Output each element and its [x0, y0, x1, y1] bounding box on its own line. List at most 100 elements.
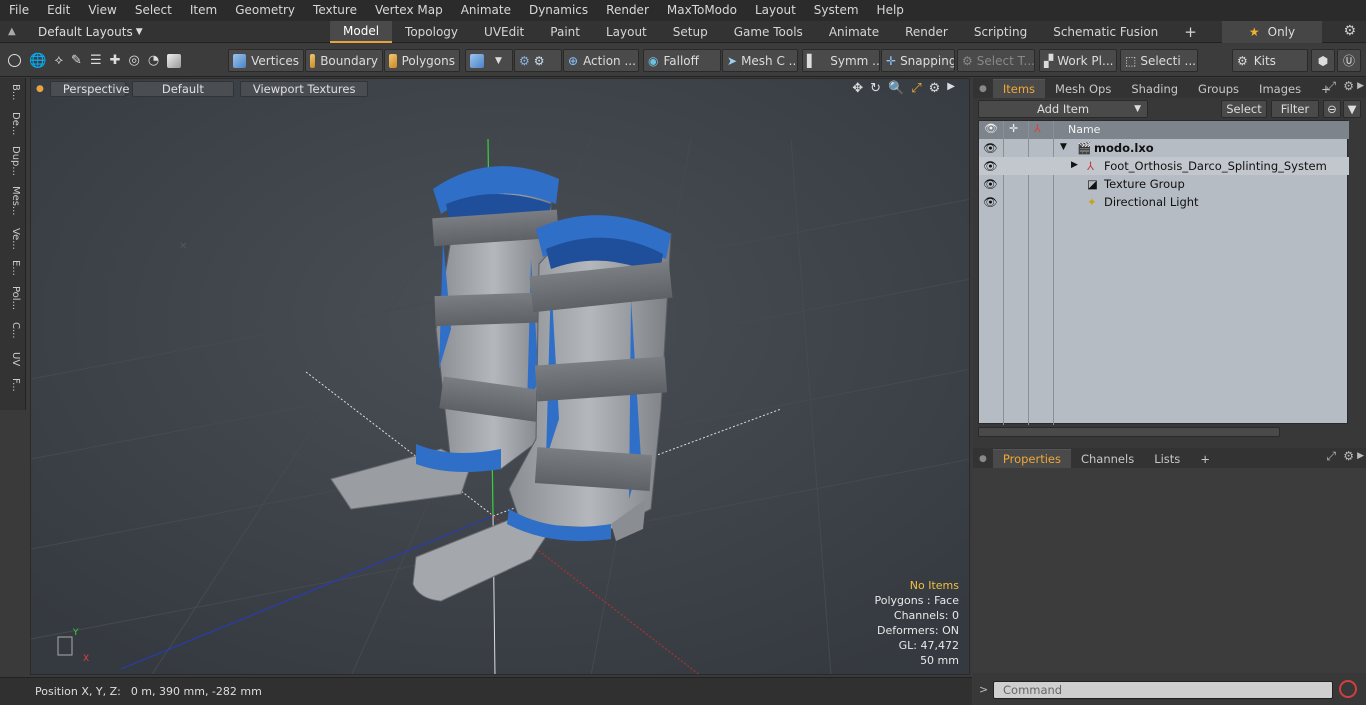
zoom-view-icon[interactable]: 🔍 [888, 81, 904, 96]
menu-item[interactable]: Item [181, 0, 226, 21]
menu-edit[interactable]: Edit [38, 0, 79, 21]
tab-items[interactable]: Items [992, 79, 1046, 98]
polygons-button[interactable]: Polygons [384, 49, 460, 72]
tab-channels[interactable]: Channels [1071, 450, 1144, 468]
tab-paint[interactable]: Paint [537, 22, 593, 42]
collapse-arrow-icon[interactable]: ▲ [8, 26, 22, 37]
tab-images[interactable]: Images [1249, 80, 1311, 98]
viewport-menu-arrow-icon[interactable]: ▶ [947, 81, 955, 96]
menu-layout[interactable]: Layout [746, 0, 805, 21]
command-input[interactable]: Command [993, 681, 1333, 699]
name-column-header[interactable]: Name [1068, 123, 1100, 136]
panel-arrow-icon[interactable]: ▶ [1357, 451, 1364, 461]
eye-icon[interactable]: 👁 [983, 195, 998, 209]
eye-icon[interactable]: 👁 [983, 177, 998, 191]
select-button[interactable]: Select [1221, 100, 1267, 118]
menu-animate[interactable]: Animate [452, 0, 520, 21]
menu-maxtomodo[interactable]: MaxToModo [658, 0, 746, 21]
snapping-button[interactable]: ✛ Snapping [881, 49, 955, 72]
symmetry-button[interactable]: ▌ Symm ... [802, 49, 880, 72]
gear-icon[interactable]: ⚙ [1343, 23, 1356, 39]
menu-view[interactable]: View [79, 0, 125, 21]
left-tab-curve[interactable]: C... [3, 322, 21, 339]
falloff-button[interactable]: ◉ Falloff [643, 49, 721, 72]
tab-scripting[interactable]: Scripting [961, 22, 1040, 42]
move-view-icon[interactable]: ✥ [852, 81, 863, 96]
kits-button[interactable]: ⚙ Kits [1232, 49, 1308, 72]
gear-sphere-alt-icon[interactable]: ⚙ [534, 54, 545, 68]
tab-animate[interactable]: Animate [816, 22, 892, 42]
unity-button[interactable]: ⬢ [1311, 49, 1335, 72]
collapse-toggle-icon[interactable]: ⊖ [1323, 100, 1341, 118]
selection-sets-button[interactable]: ⬚ Selecti ... [1120, 49, 1198, 72]
menu-select[interactable]: Select [126, 0, 181, 21]
view-perspective-button[interactable]: Perspective [49, 81, 129, 97]
layouts-dropdown[interactable]: ▲ Default Layouts ▼ [0, 25, 330, 39]
tab-lists[interactable]: Lists [1144, 450, 1190, 468]
funnel-filter-icon[interactable]: ▼ [1343, 100, 1361, 118]
menu-texture[interactable]: Texture [304, 0, 366, 21]
tree-row-directional-light[interactable]: 👁 ✦ Directional Light [979, 193, 1349, 211]
add-panel-tab-button[interactable]: + [1190, 450, 1220, 468]
add-item-button[interactable]: Add Item ▼ [978, 100, 1148, 118]
unreal-button[interactable]: Ⓤ [1337, 49, 1361, 72]
tree-row-texture-group[interactable]: 👁 ◪ Texture Group [979, 175, 1349, 193]
tab-properties[interactable]: Properties [992, 449, 1071, 468]
menu-file[interactable]: File [0, 0, 38, 21]
expand-arrow-icon[interactable]: ▶ [1071, 160, 1078, 170]
tab-groups[interactable]: Groups [1188, 80, 1249, 98]
tree-row-mesh[interactable]: 👁 ▶ ⅄ Foot_Orthosis_Darco_Splinting_Syst… [979, 157, 1349, 175]
tree-row-scene[interactable]: 👁 ▼ 🎬 modo.lxo [979, 139, 1349, 157]
eye-icon[interactable]: 👁 [983, 159, 998, 173]
tab-model[interactable]: Model [330, 20, 393, 43]
timer-icon[interactable]: ◔ [148, 53, 159, 68]
eye-icon[interactable]: 👁 [983, 141, 998, 155]
only-toggle[interactable]: ★ Only [1222, 21, 1322, 43]
tab-shading[interactable]: Shading [1121, 80, 1188, 98]
left-tab-polygon[interactable]: Pol... [3, 286, 21, 310]
record-icon[interactable] [1339, 680, 1357, 698]
rotate-view-icon[interactable]: ↻ [870, 81, 881, 96]
left-tab-deform[interactable]: De... [3, 112, 21, 135]
tab-render[interactable]: Render [892, 22, 961, 42]
filter-button[interactable]: Filter [1271, 100, 1319, 118]
left-tab-fusion[interactable]: F... [3, 378, 21, 392]
viewport-textures-button[interactable]: Viewport Textures [239, 81, 369, 97]
tab-setup[interactable]: Setup [660, 22, 721, 42]
tab-schematic-fusion[interactable]: Schematic Fusion [1040, 22, 1171, 42]
panel-gear-icon[interactable]: ⚙ [1343, 79, 1354, 93]
viewport-scene[interactable]: Y X ✕ [31, 79, 970, 675]
menu-dynamics[interactable]: Dynamics [520, 0, 597, 21]
shading-default-button[interactable]: Default [131, 81, 234, 97]
add-tab-button[interactable]: + [1171, 22, 1210, 42]
boundary-button[interactable]: Boundary [305, 49, 383, 72]
mesh-constraint-button[interactable]: ➤ Mesh C ... [722, 49, 798, 72]
tab-layout[interactable]: Layout [593, 22, 660, 42]
menu-render[interactable]: Render [597, 0, 658, 21]
action-center-button[interactable]: ⊕ Action ... [563, 49, 639, 72]
menu-system[interactable]: System [805, 0, 868, 21]
gear-sphere-icon[interactable]: ⚙ [519, 54, 530, 68]
globe-icon[interactable]: 🌐 [29, 53, 46, 69]
target-icon[interactable]: ◎ [129, 53, 140, 68]
panel-gear-icon[interactable]: ⚙ [1343, 449, 1354, 463]
item-list[interactable]: 👁 ✛ ⅄ Name 👁 ▼ 🎬 modo.lxo 👁 ▶ ⅄ Foot_Ort… [978, 120, 1349, 425]
3d-viewport[interactable]: Y X ✕ ● Perspective Default Viewport Tex… [30, 78, 970, 675]
select-through-button[interactable]: ⚙ Select T... [957, 49, 1035, 72]
item-mode-icon[interactable] [167, 53, 182, 68]
expand-panel-icon[interactable]: ⤢ [1326, 449, 1336, 464]
tab-game-tools[interactable]: Game Tools [721, 22, 816, 42]
expand-panel-icon[interactable]: ⤢ [1326, 79, 1336, 94]
viewport-gear-icon[interactable]: ⚙ [929, 81, 941, 96]
expand-arrow-icon[interactable]: ▼ [1060, 142, 1067, 152]
lasso-icon[interactable]: ⟡ [54, 53, 63, 68]
left-tab-mesh-edit[interactable]: Mes... [3, 186, 21, 216]
left-tab-duplicate[interactable]: Dup... [3, 146, 21, 176]
work-plane-button[interactable]: ▞ Work Pl... [1039, 49, 1117, 72]
tree-scrollbar[interactable] [978, 427, 1280, 437]
tab-topology[interactable]: Topology [392, 22, 471, 42]
left-tab-uv[interactable]: UV [3, 352, 21, 366]
left-tab-edge[interactable]: E... [3, 260, 21, 276]
panel-arrow-icon[interactable]: ▶ [1357, 81, 1364, 91]
left-tab-basic[interactable]: B... [3, 84, 21, 100]
